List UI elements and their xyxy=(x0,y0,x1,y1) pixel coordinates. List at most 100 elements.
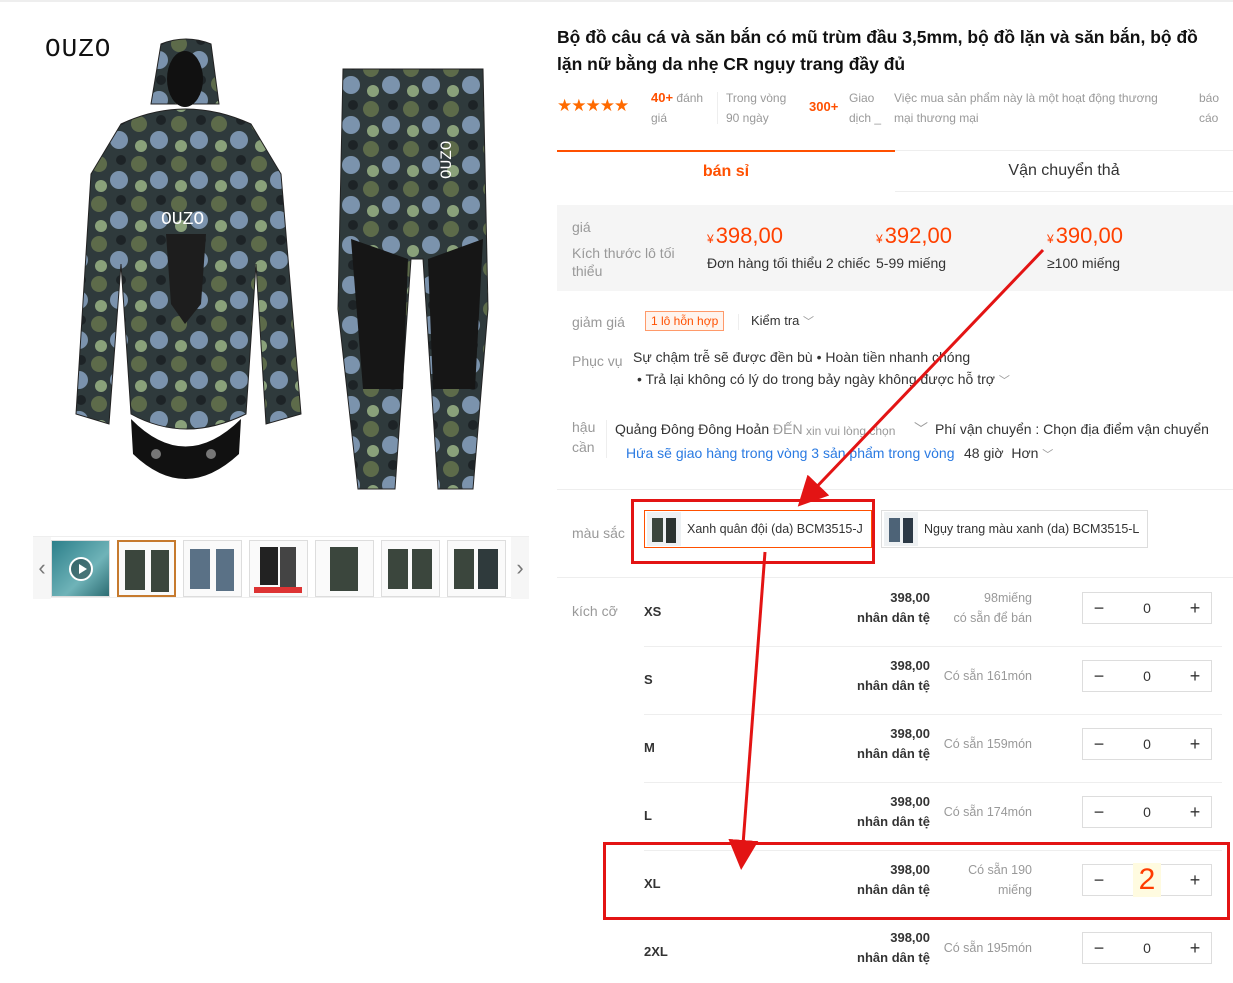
thumb-image[interactable] xyxy=(315,540,374,597)
chevron-down-icon[interactable]: ﹀ xyxy=(914,419,928,439)
increase-button[interactable]: + xyxy=(1179,593,1211,623)
increase-button[interactable]: + xyxy=(1179,865,1211,895)
service-line-1: Sự chậm trễ sẽ được đền bù • Hoàn tiền n… xyxy=(633,349,971,365)
increase-button[interactable]: + xyxy=(1179,797,1211,827)
logistics-label: hậu cần xyxy=(572,419,596,455)
thumb-image[interactable] xyxy=(381,540,440,597)
price-box: giá Kích thước lô tối thiểu ¥398,00 Đơn … xyxy=(557,205,1233,291)
tier-1-qty: Đơn hàng tối thiểu 2 chiếc xyxy=(707,255,871,271)
product-main-image[interactable]: OUZO OUZO OUZO xyxy=(33,14,529,504)
commercial-notice: Việc mua sản phẩm này là một hoạt động t… xyxy=(894,91,1158,125)
product-title: Bộ đồ câu cá và săn bắn có mũ trùm đầu 3… xyxy=(557,27,1198,74)
size-stock: Có sẵn 195món xyxy=(943,941,1032,955)
ship-to-label: ĐẾN xyxy=(773,421,803,437)
mixed-batch-tag: 1 lô hỗn hợp xyxy=(645,311,725,331)
quantity-input[interactable]: 0 xyxy=(1115,668,1179,684)
shipping-fee: Phí vận chuyển : Chọn địa điểm vận chuyể… xyxy=(935,421,1209,437)
report-link[interactable]: báo cáo xyxy=(1199,88,1219,128)
quantity-stepper: − 0 + xyxy=(1082,592,1212,624)
transactions-count: 300+ xyxy=(809,99,839,114)
price-tier-2: ¥392,00 xyxy=(876,223,952,248)
thumb-image[interactable] xyxy=(117,540,176,597)
decrease-button[interactable]: − xyxy=(1083,797,1115,827)
reviews-label: đánh xyxy=(676,91,704,105)
size-row-s: S 398,00 nhân dân tệ Có sẵn 161món − 0 + xyxy=(640,646,1222,714)
thumb-image[interactable] xyxy=(447,540,506,597)
quantity-input[interactable]: 0 xyxy=(1115,940,1179,956)
thumb-image[interactable] xyxy=(183,540,242,597)
reviews-count[interactable]: 40+ xyxy=(651,90,673,105)
reviews-label-2: giá xyxy=(651,111,668,125)
decrease-button[interactable]: − xyxy=(1083,661,1115,691)
color-label: màu sắc xyxy=(572,525,625,541)
color-option-blue-camo[interactable]: Ngụy trang màu xanh (da) BCM3515-L xyxy=(881,510,1149,548)
service-label: Phục vụ xyxy=(572,353,623,369)
size-name: XS xyxy=(644,604,662,619)
size-row-xs: XS 398,00 nhân dân tệ 98miếng có sẵn để bá… xyxy=(640,578,1222,646)
jacket-image: OUZO xyxy=(75,38,302,479)
transactions-label: Giao dịch _ xyxy=(849,91,882,125)
chevron-down-icon: ﹀ xyxy=(803,316,815,328)
increase-button[interactable]: + xyxy=(1179,729,1211,759)
decrease-button[interactable]: − xyxy=(1083,593,1115,623)
size-row-xl: XL 398,00 nhân dân tệ Có sẵn 190 miếng − 2… xyxy=(640,850,1222,918)
pants-image: OUZO xyxy=(337,68,489,490)
size-stock: Có sẵn 161món xyxy=(943,669,1032,683)
increase-button[interactable]: + xyxy=(1179,933,1211,963)
suit-logo-jacket: OUZO xyxy=(161,210,204,230)
decrease-button[interactable]: − xyxy=(1083,729,1115,759)
size-name: M xyxy=(644,740,655,755)
size-name: XL xyxy=(644,876,661,891)
size-price: 398,00 nhân dân tệ xyxy=(857,794,930,829)
size-name: L xyxy=(644,808,652,823)
rating-row: ★★★★★ 40+ đánh giá Trong vòng 90 ngày 300… xyxy=(557,88,1227,128)
size-stock: 98miếng có sẵn để bán xyxy=(953,591,1032,625)
price-tier-3: ¥390,00 xyxy=(1047,223,1123,248)
tabs: bán sỉ Vận chuyển thả xyxy=(557,150,1233,192)
size-price: 398,00 nhân dân tệ xyxy=(857,862,930,897)
service-line-2[interactable]: • Trả lại không có lý do trong bảy ngày … xyxy=(637,369,1010,391)
quantity-stepper: − 0 + xyxy=(1082,932,1212,964)
increase-button[interactable]: + xyxy=(1179,661,1211,691)
color-option-army-green[interactable]: Xanh quân đội (da) BCM3515-J xyxy=(644,510,872,548)
quantity-stepper: − 2 + xyxy=(1082,863,1212,897)
size-label: kích cỡ xyxy=(572,603,618,619)
tab-wholesale[interactable]: bán sỉ xyxy=(557,150,895,192)
check-dropdown[interactable]: Kiểm tra ﹀ xyxy=(751,311,814,332)
size-price: 398,00 nhân dân tệ xyxy=(857,590,930,625)
period-text: Trong vòng 90 ngày xyxy=(726,91,787,125)
size-stock: Có sẵn 190 miếng xyxy=(968,863,1032,897)
thumb-video[interactable] xyxy=(51,540,110,597)
thumb-next-arrow[interactable]: › xyxy=(511,537,529,599)
quantity-input[interactable]: 0 xyxy=(1115,736,1179,752)
quantity-stepper: − 0 + xyxy=(1082,796,1212,828)
ship-destination-select[interactable]: xin vui lòng chọn xyxy=(806,421,895,441)
size-row-l: L 398,00 nhân dân tệ Có sẵn 174món − 0 + xyxy=(640,782,1222,850)
decrease-button[interactable]: − xyxy=(1083,865,1115,895)
thumb-image[interactable] xyxy=(249,540,308,597)
quantity-stepper: − 0 + xyxy=(1082,660,1212,692)
star-rating-icon: ★★★★★ xyxy=(557,96,629,115)
chevron-down-icon: ﹀ xyxy=(998,375,1010,387)
delivery-promise: Hứa sẽ giao hàng trong vòng 3 sản phẩm t… xyxy=(626,445,955,461)
size-row-2xl: 2XL 398,00 nhân dân tệ Có sẵn 195món − 0 … xyxy=(640,918,1222,983)
quantity-input[interactable]: 0 xyxy=(1115,804,1179,820)
quantity-stepper: − 0 + xyxy=(1082,728,1212,760)
tab-dropshipping[interactable]: Vận chuyển thả xyxy=(895,150,1233,192)
ship-origin: Quảng Đông Đông Hoản xyxy=(615,421,770,437)
tier-2-qty: 5-99 miếng xyxy=(876,255,947,271)
size-price: 398,00 nhân dân tệ xyxy=(857,930,930,965)
quantity-input[interactable]: 0 xyxy=(1115,600,1179,616)
suit-logo-pants: OUZO xyxy=(438,141,456,179)
color-swatch-image xyxy=(884,512,918,546)
quantity-input[interactable]: 2 xyxy=(1133,863,1161,897)
thumb-prev-arrow[interactable]: ‹ xyxy=(33,537,51,599)
play-icon xyxy=(69,557,93,581)
size-price: 398,00 nhân dân tệ xyxy=(857,726,930,761)
size-stock: Có sẵn 159món xyxy=(943,737,1032,751)
color-swatch-image xyxy=(647,512,681,546)
delivery-hours[interactable]: 48 giờ Hơn ﹀ xyxy=(964,443,1053,465)
decrease-button[interactable]: − xyxy=(1083,933,1115,963)
price-tier-1: ¥398,00 xyxy=(707,223,783,248)
top-border xyxy=(0,0,1233,2)
